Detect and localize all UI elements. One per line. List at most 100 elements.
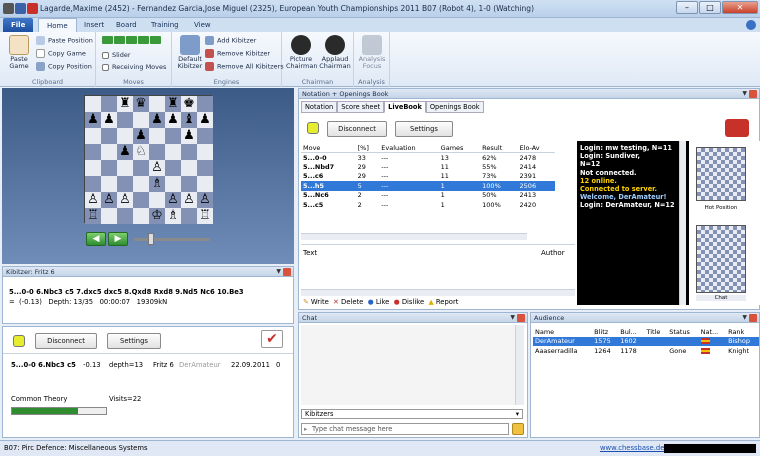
chessbase-link[interactable]: www.chessbase.de bbox=[600, 444, 664, 452]
board-square[interactable] bbox=[149, 96, 165, 112]
default-kibitzer-button[interactable]: Default Kibitzer bbox=[176, 35, 204, 70]
board-square[interactable]: ♛ bbox=[133, 96, 149, 112]
board-square[interactable]: ♜ bbox=[165, 96, 181, 112]
board-square[interactable]: ♔ bbox=[149, 208, 165, 224]
chess-piece[interactable]: ♜ bbox=[119, 96, 131, 111]
audience-header[interactable]: Rank bbox=[726, 327, 759, 337]
board-square[interactable] bbox=[197, 160, 213, 176]
prev-move-button[interactable]: ◀ bbox=[86, 232, 106, 246]
board-square[interactable] bbox=[101, 96, 117, 112]
chess-piece[interactable]: ♙ bbox=[199, 192, 211, 207]
close-icon[interactable] bbox=[517, 314, 525, 322]
chess-piece[interactable]: ♙ bbox=[119, 192, 131, 207]
audience-header[interactable]: Bul... bbox=[618, 327, 644, 337]
chess-piece[interactable]: ♗ bbox=[167, 208, 179, 223]
board-square[interactable]: ♙ bbox=[165, 192, 181, 208]
move-arrows[interactable] bbox=[102, 36, 162, 46]
tab-openings-book[interactable]: Openings Book bbox=[425, 101, 484, 113]
tab-file[interactable]: File bbox=[3, 18, 34, 32]
picture-chairman-button[interactable]: Picture Chairman bbox=[286, 35, 317, 70]
dropdown-icon[interactable]: ▼ bbox=[276, 268, 281, 275]
board-square[interactable]: ♙ bbox=[197, 192, 213, 208]
board-square[interactable] bbox=[165, 160, 181, 176]
board-square[interactable]: ♙ bbox=[85, 192, 101, 208]
dislike-button[interactable]: ● Dislike bbox=[394, 298, 424, 306]
settings-button[interactable]: Settings bbox=[107, 333, 161, 349]
close-icon[interactable] bbox=[749, 314, 757, 322]
board-square[interactable] bbox=[181, 160, 197, 176]
chess-piece[interactable]: ♔ bbox=[151, 208, 163, 223]
board-square[interactable]: ♖ bbox=[197, 208, 213, 224]
board-square[interactable]: ♟ bbox=[133, 128, 149, 144]
board-square[interactable] bbox=[101, 144, 117, 160]
board-square[interactable]: ♙ bbox=[101, 192, 117, 208]
board-square[interactable] bbox=[85, 128, 101, 144]
minimize-button[interactable]: – bbox=[676, 1, 698, 14]
table-row[interactable]: Aaaserradilla 1264 1178 Gone Knight bbox=[533, 346, 759, 356]
chat-input[interactable]: ▸ Type chat message here bbox=[301, 423, 509, 435]
close-button[interactable]: ✕ bbox=[722, 1, 758, 14]
table-row[interactable]: 5...c5 2 --- 1 100% 2420 bbox=[301, 200, 555, 210]
tab-board[interactable]: Board bbox=[108, 18, 145, 32]
chess-piece[interactable]: ♟ bbox=[167, 112, 179, 127]
dropdown-icon[interactable]: ▼ bbox=[742, 314, 747, 321]
move-slider[interactable] bbox=[134, 238, 210, 241]
help-icon[interactable] bbox=[746, 20, 756, 30]
prev-move-icon[interactable] bbox=[126, 36, 137, 44]
board-square[interactable] bbox=[101, 176, 117, 192]
board-square[interactable]: ♟ bbox=[117, 144, 133, 160]
board-square[interactable] bbox=[101, 208, 117, 224]
tab-home[interactable]: Home bbox=[38, 18, 77, 32]
chess-piece[interactable]: ♖ bbox=[199, 208, 211, 223]
chess-piece[interactable]: ♟ bbox=[183, 128, 195, 143]
table-row[interactable]: 5...h5 5 --- 1 100% 2506 bbox=[301, 181, 555, 191]
delete-button[interactable]: ✕ Delete bbox=[333, 298, 363, 306]
board-square[interactable] bbox=[117, 112, 133, 128]
write-button[interactable]: ✎ Write bbox=[303, 298, 329, 306]
tab-score-sheet[interactable]: Score sheet bbox=[337, 101, 385, 113]
board-square[interactable]: ♟ bbox=[85, 112, 101, 128]
board-square[interactable] bbox=[181, 144, 197, 160]
board-square[interactable]: ♟ bbox=[181, 128, 197, 144]
chess-piece[interactable]: ♟ bbox=[135, 128, 147, 143]
chess-piece[interactable]: ♟ bbox=[151, 112, 163, 127]
table-row[interactable]: 5...Nbd7 29 --- 11 55% 2414 bbox=[301, 162, 555, 172]
board-square[interactable] bbox=[85, 176, 101, 192]
board-square[interactable] bbox=[133, 112, 149, 128]
tab-training[interactable]: Training bbox=[143, 18, 187, 32]
board-square[interactable] bbox=[149, 192, 165, 208]
livebook-header[interactable]: Evaluation bbox=[379, 143, 439, 153]
chess-piece[interactable]: ♝ bbox=[183, 112, 195, 127]
board-square[interactable] bbox=[197, 128, 213, 144]
next-move-icon[interactable] bbox=[138, 36, 149, 44]
board-square[interactable] bbox=[133, 160, 149, 176]
chess-piece[interactable]: ♙ bbox=[87, 192, 99, 207]
back-icon[interactable] bbox=[114, 36, 125, 44]
paste-position-button[interactable]: Paste Position bbox=[36, 36, 93, 45]
chess-piece[interactable]: ♟ bbox=[87, 112, 99, 127]
copy-position-button[interactable]: Copy Position bbox=[36, 62, 92, 71]
board-square[interactable] bbox=[133, 176, 149, 192]
add-kibitzer-button[interactable]: Add Kibitzer bbox=[205, 36, 256, 45]
chess-piece[interactable]: ♙ bbox=[151, 160, 163, 175]
chess-board[interactable]: ♜ ♛ ♜ ♚ ♟ ♟ ♟ ♟ ♝ ♟ ♟ ♟ ♟ ♘ ♙ ♗ ♙ ♙ ♙ ♙ ♙ ♙ ♖ ♔ ♗ ♖ bbox=[84, 95, 213, 224]
chess-piece[interactable]: ♟ bbox=[103, 112, 115, 127]
chess-piece[interactable]: ♘ bbox=[135, 144, 147, 159]
chess-piece[interactable]: ♙ bbox=[183, 192, 195, 207]
chat-channel-select[interactable]: Kibitzers ▾ bbox=[301, 409, 523, 419]
board-square[interactable] bbox=[117, 128, 133, 144]
report-button[interactable]: ▲ Report bbox=[428, 298, 458, 306]
board-square[interactable] bbox=[117, 160, 133, 176]
board-square[interactable] bbox=[117, 208, 133, 224]
applaud-chairman-button[interactable]: Applaud Chairman bbox=[319, 35, 351, 70]
board-square[interactable] bbox=[149, 128, 165, 144]
table-row[interactable]: 5...Nc6 2 --- 1 50% 2413 bbox=[301, 191, 555, 201]
chess-piece[interactable]: ♟ bbox=[199, 112, 211, 127]
board-square[interactable]: ♟ bbox=[101, 112, 117, 128]
close-icon[interactable] bbox=[283, 268, 291, 276]
paste-game-button[interactable]: Paste Game bbox=[6, 35, 32, 70]
board-square[interactable]: ♜ bbox=[117, 96, 133, 112]
chess-piece[interactable]: ♟ bbox=[119, 144, 131, 159]
livebook-header[interactable]: [%] bbox=[355, 143, 380, 153]
board-square[interactable]: ♟ bbox=[165, 112, 181, 128]
